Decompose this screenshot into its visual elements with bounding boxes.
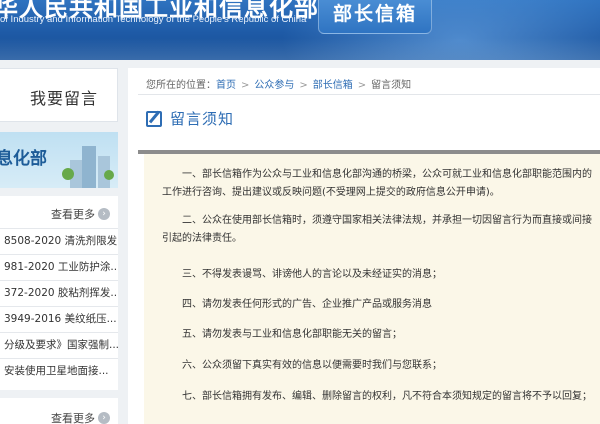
left-sidebar: 我要留言 息化部 查看更多 › 8508-2020 清洗剂限发... 981-2… [0,68,120,424]
promo-text: 息化部 [0,149,47,169]
breadcrumb-separator: > [241,80,250,91]
notice-body: 一、部长信箱作为公众与工业和信息化部沟通的桥梁，公众可就工业和信息化部职能范围内… [144,154,600,424]
second-list-panel: 查看更多 › [0,398,118,424]
list-item[interactable]: 安装使用卫星地面接... [0,358,118,384]
view-more-label: 查看更多 [51,208,95,221]
promo-banner[interactable]: 息化部 [0,132,118,188]
notice-paragraph: 一、部长信箱作为公众与工业和信息化部沟通的桥梁，公众可就工业和信息化部职能范围内… [162,169,592,198]
notice-paragraph: 二、公众在使用部长信箱时，须遵守国家相关法律法规，并承担一切因留言行为而直接或间… [162,215,592,244]
pen-edit-icon [146,110,162,127]
standards-list-panel: 查看更多 › 8508-2020 清洗剂限发... 981-2020 工业防护涂… [0,196,118,390]
ministry-name-en: of Industry and Information Technology o… [0,14,307,25]
page-title-row: 留言须知 [146,108,234,129]
building-graphic [82,146,96,188]
tree-graphic [62,168,74,180]
notice-paragraph: 五、请勿发表与工业和信息化部职能无关的留言； [182,329,402,340]
main-content: 您所在的位置：首页 > 公众参与 > 部长信箱 > 留言须知 留言须知 一、部长信箱作为公众… [128,68,600,424]
breadcrumb-divider [138,94,600,95]
chevron-right-icon: › [98,412,110,424]
page-title: 留言须知 [170,110,235,128]
breadcrumb-separator: > [357,80,367,91]
breadcrumb-minister-mailbox[interactable]: 部长信箱 [313,80,353,91]
breadcrumb-public-participation[interactable]: 公众参与 [254,80,294,91]
notice-paragraph: 三、不得发表谩骂、诽谤他人的言论以及未经证实的消息； [182,269,442,280]
list-item[interactable]: 981-2020 工业防护涂... [0,254,118,280]
list-item[interactable]: 3949-2016 美纹纸压... [0,306,118,332]
breadcrumb-current: 留言须知 [371,80,412,91]
list-item[interactable]: 8508-2020 清洗剂限发... [0,228,118,254]
notice-paragraph: 七、部长信箱拥有发布、编辑、删除留言的权利，凡不符合本须知规定的留言将不予以回复… [182,391,592,402]
breadcrumb-prefix: 您所在的位置： [146,80,216,91]
chevron-right-icon: › [98,208,110,220]
tree-graphic [104,170,114,180]
list-item[interactable]: 372-2020 胶粘剂挥发... [0,280,118,306]
mailbox-tab[interactable]: 部长信箱 [318,0,432,34]
mailbox-tab-label: 部长信箱 [332,3,417,25]
breadcrumb: 您所在的位置：首页 > 公众参与 > 部长信箱 > 留言须知 [146,76,411,91]
view-more-link-2[interactable]: 查看更多 › [51,410,110,424]
breadcrumb-home[interactable]: 首页 [216,80,236,91]
header-wave [0,38,600,60]
view-more-label-2: 查看更多 [51,412,95,424]
notice-paragraph: 六、公众须留下真实有效的信息以便需要时我们与您联系； [182,360,442,371]
view-more-link[interactable]: 查看更多 › [51,206,110,222]
list-item[interactable]: 分级及要求》国家强制... [0,332,118,358]
leave-message-label: 我要留言 [30,89,99,108]
breadcrumb-separator: > [299,80,308,91]
site-header: 华人民共和国工业和信息化部 of Industry and Informatio… [0,0,600,60]
standards-list: 8508-2020 清洗剂限发... 981-2020 工业防护涂... 372… [0,228,118,384]
leave-message-button[interactable]: 我要留言 [0,68,118,122]
notice-paragraph: 四、请勿发表任何形式的广告、企业推广产品或服务消息 [182,299,432,310]
